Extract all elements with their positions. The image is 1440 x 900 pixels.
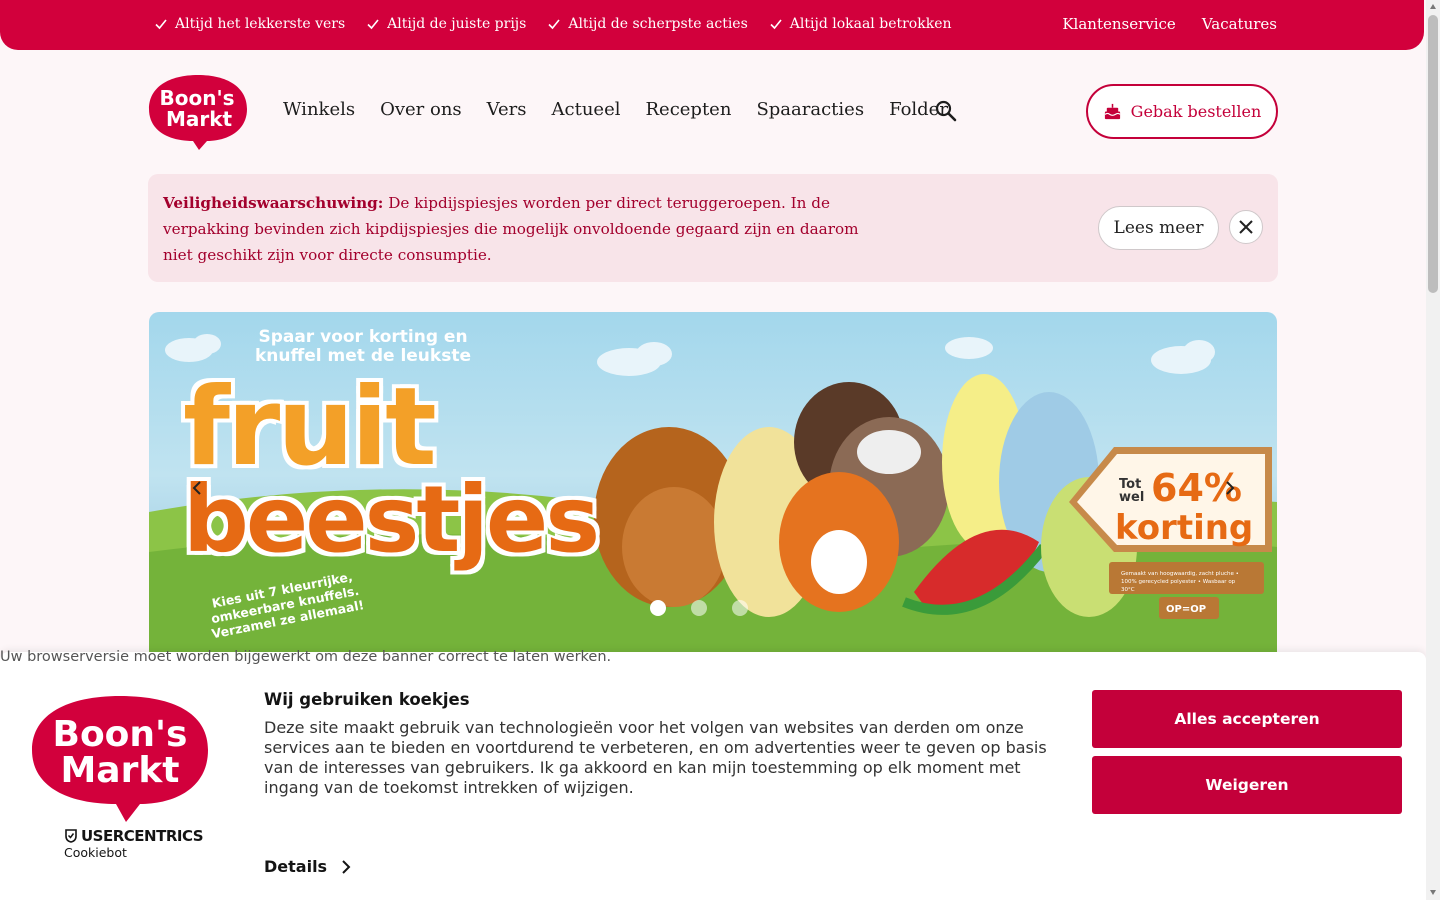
top-links: Klantenservice Vacatures [1062, 15, 1277, 33]
op-is-op-label: OP=OP [1166, 604, 1207, 615]
usercentrics-name: USERCENTRICS [81, 827, 204, 845]
hero-title: fruit beestjes [183, 374, 600, 573]
usp-item: Altijd het lekkerste vers [155, 16, 345, 32]
safety-alert: Veiligheidswaarschuwing: De kipdijspiesj… [148, 174, 1278, 282]
accept-all-button[interactable]: Alles accepteren [1092, 690, 1402, 748]
discount-label: korting [1115, 508, 1254, 548]
link-vacatures[interactable]: Vacatures [1202, 15, 1277, 33]
close-icon [1239, 220, 1253, 234]
check-icon [548, 19, 560, 30]
alert-title: Veiligheidswaarschuwing: [163, 194, 384, 212]
carousel-dot-1[interactable] [650, 600, 666, 616]
close-alert-button[interactable] [1229, 210, 1263, 244]
chevron-left-icon [192, 481, 201, 495]
cookie-text: Deze site maakt gebruik van technologieë… [264, 718, 1047, 797]
usp-label: Altijd het lekkerste vers [175, 16, 346, 32]
read-more-button[interactable]: Lees meer [1098, 206, 1219, 250]
cake-icon [1104, 103, 1121, 120]
usp-item: Altijd de juiste prijs [367, 16, 526, 32]
nav-item-recepten[interactable]: Recepten [645, 99, 731, 120]
usp-item: Altijd lokaal betrokken [770, 16, 952, 32]
product-details: Gemaakt van hoogwaardig, zacht pluche • … [1121, 571, 1239, 593]
usp-label: Altijd de scherpste acties [568, 16, 748, 32]
cookie-title: Wij gebruiken koekjes [264, 690, 470, 709]
cookie-banner: Boon's Markt USERCENTRICS Cookiebot Wij … [0, 652, 1426, 900]
carousel-next-button[interactable] [1220, 479, 1238, 497]
hero-carousel: Spaar voor korting en knuffel met de leu… [149, 312, 1277, 652]
nav-item-winkels[interactable]: Winkels [283, 99, 355, 120]
cookie-details-link[interactable]: Details [264, 857, 351, 876]
main-nav: Winkels Over ons Vers Actueel Recepten S… [283, 99, 948, 120]
usp-label: Altijd lokaal betrokken [789, 16, 952, 32]
check-icon [155, 19, 167, 30]
cookie-logo-line1: Boon's [53, 714, 188, 755]
scroll-down-icon[interactable] [1429, 888, 1437, 896]
carousel-prev-button[interactable] [189, 479, 207, 497]
search-icon[interactable] [935, 100, 957, 122]
hero-title-line2: beestjes [183, 466, 600, 573]
order-cake-button[interactable]: Gebak bestellen [1086, 84, 1278, 139]
cookie-details-label: Details [264, 857, 328, 876]
top-bar: Altijd het lekkerste vers Altijd de juis… [0, 0, 1424, 50]
shield-icon [65, 829, 77, 843]
chevron-right-icon [1226, 481, 1235, 495]
usp-item: Altijd de scherpste acties [548, 16, 748, 32]
logo-text-line2: Markt [166, 107, 233, 131]
check-icon [367, 19, 379, 30]
link-klantenservice[interactable]: Klantenservice [1062, 15, 1175, 33]
boons-markt-logo[interactable]: Boon's Markt [147, 73, 249, 151]
carousel-dot-2[interactable] [691, 600, 707, 616]
check-icon [770, 19, 782, 30]
chevron-right-icon [342, 859, 351, 874]
nav-item-spaaracties[interactable]: Spaaracties [756, 99, 864, 120]
nav-item-vers[interactable]: Vers [487, 99, 527, 120]
carousel-dot-3[interactable] [732, 600, 748, 616]
order-cake-label: Gebak bestellen [1130, 102, 1262, 121]
usercentrics-logo: USERCENTRICS [64, 827, 204, 845]
cookiebot-label: Cookiebot [64, 845, 127, 860]
cookie-logo-line2: Markt [60, 750, 179, 791]
nav-item-actueel[interactable]: Actueel [552, 99, 621, 120]
carousel-dots [650, 600, 748, 616]
decline-button[interactable]: Weigeren [1092, 756, 1402, 814]
scrollbar[interactable] [1426, 0, 1440, 900]
scroll-up-icon[interactable] [1429, 3, 1437, 11]
alert-text: Veiligheidswaarschuwing: De kipdijspiesj… [163, 190, 888, 268]
scrollbar-thumb[interactable] [1428, 15, 1438, 293]
browser-warning: Uw browserversie moet worden bijgewerkt … [0, 649, 612, 665]
hero-tagline: Spaar voor korting en knuffel met de leu… [254, 327, 471, 366]
nav-item-over-ons[interactable]: Over ons [380, 99, 462, 120]
discount-prefix: Tot wel [1119, 477, 1145, 505]
usp-list: Altijd het lekkerste vers Altijd de juis… [155, 16, 952, 32]
boons-markt-cookie-logo: Boon's Markt [32, 696, 208, 822]
usp-label: Altijd de juiste prijs [387, 16, 527, 32]
